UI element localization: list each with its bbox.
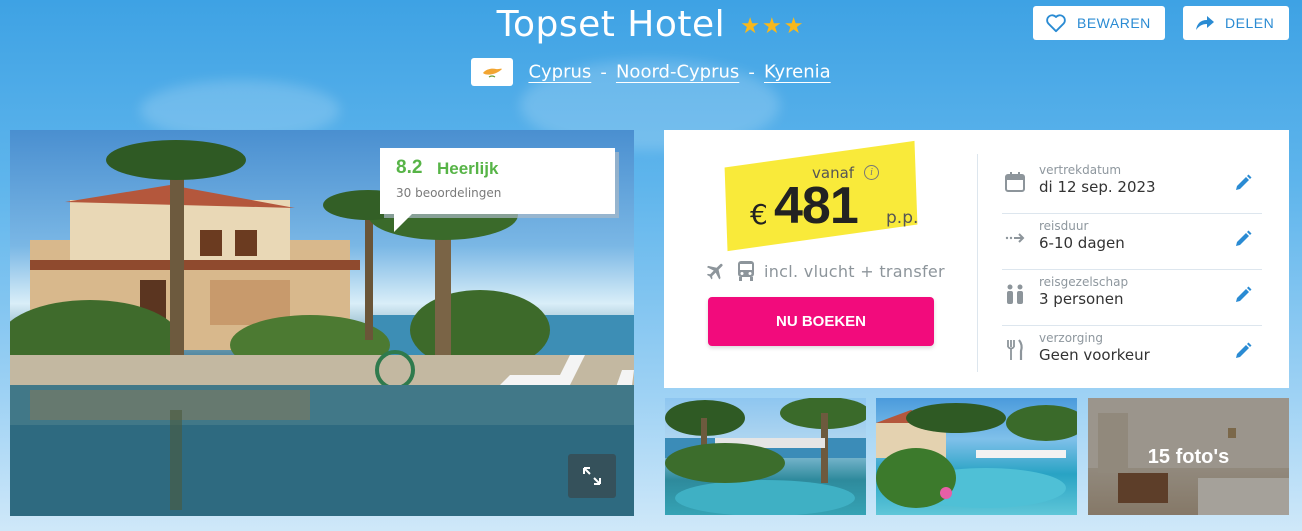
thumbnail-pool-image — [665, 398, 866, 515]
detail-label: reisduur — [1039, 219, 1089, 233]
booking-card: vanaf i € 481 p.p. incl. vlucht + transf… — [664, 130, 1289, 388]
detail-label: vertrekdatum — [1039, 163, 1122, 177]
detail-board[interactable]: verzorging Geen voorkeur — [1002, 326, 1262, 382]
expand-icon — [583, 467, 601, 485]
people-icon — [1007, 284, 1023, 304]
share-button[interactable]: DELEN — [1183, 6, 1289, 40]
info-icon[interactable]: i — [864, 165, 879, 180]
page-title: Topset Hotel — [496, 4, 726, 45]
cutlery-icon — [1007, 339, 1023, 360]
detail-duration[interactable]: reisduur 6-10 dagen — [1002, 214, 1262, 270]
detail-value: di 12 sep. 2023 — [1039, 178, 1156, 196]
rating-score: 8.2 — [396, 157, 423, 178]
pencil-icon[interactable] — [1234, 230, 1252, 248]
thumbnail-resort-image — [876, 403, 1077, 508]
detail-value: 3 personen — [1039, 290, 1124, 308]
breadcrumb-country-link[interactable]: Cyprus — [528, 62, 591, 83]
price-per-person: p.p. — [886, 208, 919, 228]
breadcrumb: Cyprus - Noord-Cyprus - Kyrenia — [0, 58, 1302, 86]
detail-value: Geen voorkeur — [1039, 346, 1150, 364]
cyprus-flag-icon — [471, 58, 514, 86]
share-button-label: DELEN — [1225, 15, 1275, 31]
gallery-thumbnail[interactable] — [876, 398, 1077, 515]
star-rating: ★★★ — [740, 14, 806, 39]
calendar-icon — [1005, 172, 1025, 192]
detail-departure-date[interactable]: vertrekdatum di 12 sep. 2023 — [1002, 158, 1262, 214]
rating-card[interactable]: 8.2 Heerlijk 30 beoordelingen — [380, 148, 615, 232]
pencil-icon[interactable] — [1234, 342, 1252, 360]
breadcrumb-city-link[interactable]: Kyrenia — [764, 62, 831, 83]
pencil-icon[interactable] — [1234, 174, 1252, 192]
breadcrumb-separator: - — [600, 61, 607, 83]
includes-row: incl. vlucht + transfer — [704, 260, 945, 282]
breadcrumb-separator: - — [748, 61, 755, 83]
rating-count: 30 beoordelingen — [396, 186, 502, 200]
rating-label: Heerlijk — [437, 159, 499, 178]
detail-label: reisgezelschap — [1039, 275, 1129, 289]
airplane-icon — [706, 263, 723, 280]
gallery-thumbnail[interactable] — [665, 398, 866, 515]
detail-label: verzorging — [1039, 331, 1103, 345]
photo-count-label: 15 foto's — [1147, 446, 1230, 468]
gallery-thumbnail-more[interactable]: 15 foto's — [1088, 398, 1289, 515]
card-divider — [977, 154, 978, 372]
heart-icon — [1046, 14, 1066, 33]
expand-photo-button[interactable] — [568, 454, 616, 498]
breadcrumb-region-link[interactable]: Noord-Cyprus — [616, 62, 739, 83]
book-now-button[interactable]: NU BOEKEN — [708, 297, 934, 346]
bus-icon — [738, 261, 754, 281]
detail-travel-party[interactable]: reisgezelschap 3 personen — [1002, 270, 1262, 326]
includes-text: incl. vlucht + transfer — [764, 261, 945, 281]
share-arrow-icon — [1196, 16, 1214, 30]
price-amount: 481 — [774, 177, 859, 235]
price-currency: € — [750, 198, 768, 231]
pencil-icon[interactable] — [1234, 286, 1252, 304]
duration-arrow-icon — [1005, 233, 1025, 243]
save-button[interactable]: BEWAREN — [1033, 6, 1165, 40]
detail-value: 6-10 dagen — [1039, 234, 1125, 252]
save-button-label: BEWAREN — [1077, 15, 1151, 31]
